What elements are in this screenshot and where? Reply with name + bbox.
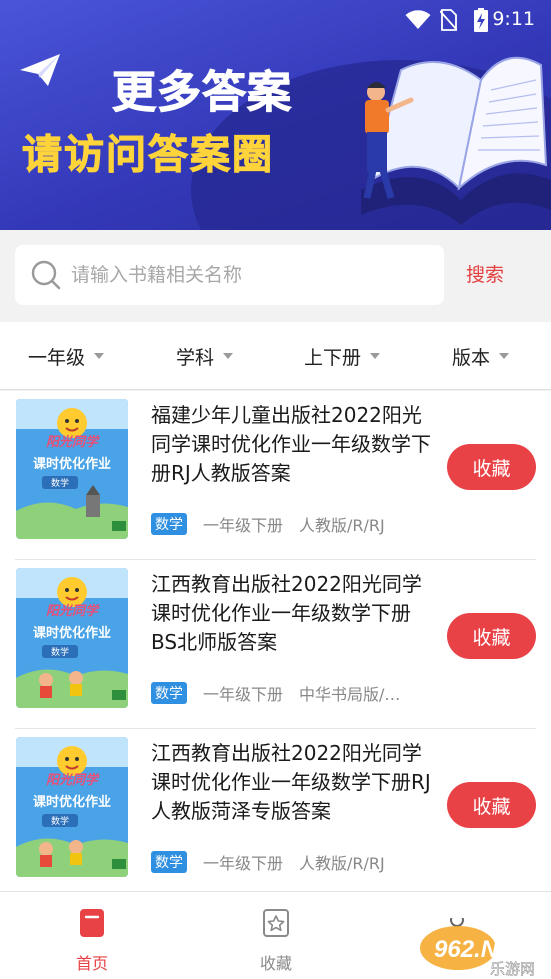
book-list-item[interactable]: 阳光同学 课时优化作业 数学 江西教育出版社2022阳光同学课时优化作业一年级数… bbox=[0, 729, 551, 891]
search-box[interactable] bbox=[15, 245, 444, 305]
book-grade: 一年级下册 bbox=[203, 516, 284, 535]
search-bar: 搜索 bbox=[0, 230, 551, 322]
book-grade: 一年级下册 bbox=[203, 685, 284, 704]
book-meta: 数学 一年级下册 人教版/R/RJ bbox=[151, 851, 385, 873]
cover-title: 阳光同学 bbox=[46, 603, 100, 619]
cover-subject: 数学 bbox=[51, 646, 69, 658]
book-list-item[interactable]: 阳光同学 课时优化作业 数学 江西教育出版社2022阳光同学课时优化作业一年级数… bbox=[0, 560, 551, 729]
book-cover-image: 阳光同学 课时优化作业 数学 bbox=[16, 399, 128, 539]
no-sim-icon bbox=[440, 9, 457, 31]
dropdown-caret-icon bbox=[94, 353, 105, 359]
status-time: 9:11 bbox=[492, 8, 535, 30]
filter-grade-label: 一年级 bbox=[28, 346, 86, 369]
book-list-item[interactable]: 阳光同学 课时优化作业 数学 福建少年儿童出版社2022阳光同学课时优化作业一年… bbox=[0, 391, 551, 560]
book-grade: 一年级下册 bbox=[203, 854, 284, 873]
filter-volume-label: 上下册 bbox=[304, 346, 362, 369]
book-edition: 人教版/R/RJ bbox=[299, 854, 385, 873]
cover-title: 阳光同学 bbox=[46, 772, 100, 788]
book-meta: 数学 一年级下册 人教版/R/RJ bbox=[151, 513, 385, 535]
paper-plane-icon bbox=[20, 54, 60, 86]
search-icon bbox=[31, 260, 61, 290]
nav-favorites[interactable]: 收藏 bbox=[221, 892, 331, 979]
book-meta: 数学 一年级下册 中华书局版/… bbox=[151, 682, 400, 704]
favorites-star-icon bbox=[263, 909, 289, 937]
top-banner[interactable]: 9:11 更多答案 请访问答案圈 bbox=[0, 0, 551, 230]
watermark-text: 962.NET bbox=[434, 936, 531, 963]
filter-volume[interactable]: 上下册 bbox=[304, 322, 381, 390]
cover-subtitle: 课时优化作业 bbox=[33, 794, 111, 810]
favorite-button[interactable]: 收藏 bbox=[447, 782, 536, 828]
book-cover-image: 阳光同学 课时优化作业 数学 bbox=[16, 568, 128, 708]
filter-bar: 一年级 学科 上下册 版本 bbox=[0, 322, 551, 390]
filter-edition[interactable]: 版本 bbox=[452, 322, 510, 390]
filter-grade[interactable]: 一年级 bbox=[28, 322, 105, 390]
watermark-subtext: 乐游网 bbox=[490, 960, 535, 978]
filter-subject-label: 学科 bbox=[176, 346, 215, 369]
book-edition: 中华书局版/… bbox=[299, 685, 401, 704]
favorite-button[interactable]: 收藏 bbox=[447, 613, 536, 659]
cover-subject: 数学 bbox=[51, 815, 69, 827]
search-input[interactable] bbox=[71, 245, 431, 305]
cover-subtitle: 课时优化作业 bbox=[33, 625, 111, 641]
status-bar: 9:11 bbox=[0, 0, 551, 40]
dropdown-caret-icon bbox=[370, 353, 381, 359]
battery-charging-icon bbox=[474, 8, 488, 32]
home-book-icon bbox=[80, 909, 104, 937]
book-cover-image: 阳光同学 课时优化作业 数学 bbox=[16, 737, 128, 877]
book-title[interactable]: 江西教育出版社2022阳光同学课时优化作业一年级数学下册RJ人教版菏泽专版答案 bbox=[151, 739, 431, 826]
site-watermark-logo: 962.NET 乐游网 bbox=[420, 918, 535, 978]
cover-subject: 数学 bbox=[51, 477, 69, 489]
dropdown-caret-icon bbox=[223, 353, 234, 359]
nav-home[interactable]: 首页 bbox=[37, 892, 147, 979]
subject-tag: 数学 bbox=[151, 513, 187, 535]
book-list: 阳光同学 课时优化作业 数学 福建少年儿童出版社2022阳光同学课时优化作业一年… bbox=[0, 391, 551, 891]
book-title[interactable]: 福建少年儿童出版社2022阳光同学课时优化作业一年级数学下册RJ人教版答案 bbox=[151, 401, 431, 488]
wifi-icon bbox=[405, 10, 431, 29]
book-edition: 人教版/R/RJ bbox=[299, 516, 385, 535]
open-book-illustration bbox=[361, 56, 551, 225]
cover-title: 阳光同学 bbox=[46, 434, 100, 450]
cover-subtitle: 课时优化作业 bbox=[33, 456, 111, 472]
filter-subject[interactable]: 学科 bbox=[176, 322, 234, 390]
nav-home-label: 首页 bbox=[75, 954, 108, 973]
dropdown-caret-icon bbox=[499, 353, 510, 359]
banner-title-line2: 请访问答案圈 bbox=[22, 132, 274, 179]
banner-title-line1: 更多答案 bbox=[112, 67, 292, 119]
nav-favorites-label: 收藏 bbox=[259, 954, 292, 973]
book-title[interactable]: 江西教育出版社2022阳光同学课时优化作业一年级数学下册BS北师版答案 bbox=[151, 570, 431, 657]
filter-edition-label: 版本 bbox=[452, 346, 491, 369]
favorite-button[interactable]: 收藏 bbox=[447, 444, 536, 490]
subject-tag: 数学 bbox=[151, 682, 187, 704]
search-button[interactable]: 搜索 bbox=[466, 260, 504, 287]
subject-tag: 数学 bbox=[151, 851, 187, 873]
